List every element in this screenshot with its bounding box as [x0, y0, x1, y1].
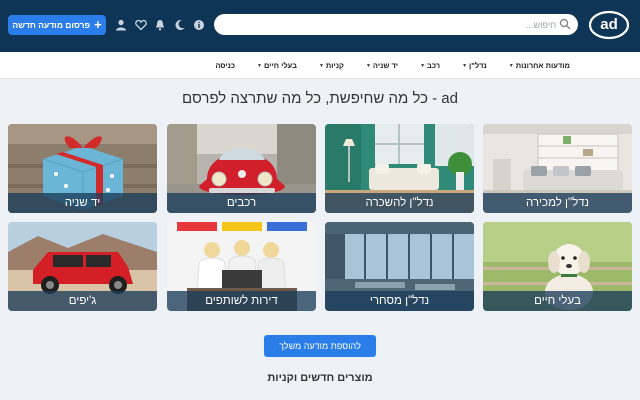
category-label: רכבים	[167, 193, 316, 213]
logo-graphic: ad	[588, 10, 630, 40]
nav-item-second-hand[interactable]: יד שניה ▼	[366, 61, 398, 70]
nav-items: מודעות אחרונות ▼ נדל"ן ▼ רכב ▼ יד שניה ▼ קני…	[215, 52, 570, 79]
top-bar: ad + פרסום מודעה חדשה	[0, 0, 640, 52]
category-label: נדל"ן מסחרי	[325, 291, 474, 311]
nav-item-recent-ads[interactable]: מודעות אחרונות ▼	[509, 61, 570, 70]
nav-item-shopping[interactable]: קניות ▼	[319, 61, 344, 70]
search-input[interactable]	[236, 14, 556, 35]
search-bar[interactable]	[214, 14, 578, 35]
category-label: דירות לשותפים	[167, 291, 316, 311]
section-heading: מוצרים חדשים וקניות	[267, 372, 373, 384]
nav-item-label: נדל"ן	[469, 61, 487, 70]
chevron-down-icon: ▼	[257, 62, 262, 69]
nav-item-label: כניסה	[215, 61, 236, 70]
category-card-jeeps[interactable]: ג'יפים	[8, 222, 157, 311]
nav-item-login[interactable]: כניסה	[215, 61, 235, 70]
nav-item-label: רכב	[427, 61, 441, 70]
info-icon[interactable]	[193, 19, 205, 31]
site-logo[interactable]: ad	[588, 8, 630, 40]
chevron-down-icon: ▼	[508, 62, 514, 69]
user-icon[interactable]	[115, 19, 127, 31]
nav-item-pets[interactable]: בעלי חיים ▼	[257, 61, 297, 70]
nav-item-label: מודעות אחרונות	[515, 61, 570, 70]
page-headline: ad - כל מה שחיפשת, כל מה שתרצה לפרסם	[182, 90, 458, 107]
search-icon[interactable]	[559, 18, 571, 30]
category-card-cars[interactable]: רכבים	[167, 124, 316, 213]
add-ad-button[interactable]: להוספת מודעה משלך	[264, 335, 376, 357]
chevron-down-icon: ▼	[365, 62, 371, 69]
chevron-down-icon: ▼	[318, 62, 324, 69]
header-icons	[115, 17, 205, 33]
category-label: נדל"ן להשכרה	[325, 193, 474, 213]
moon-icon[interactable]	[174, 19, 186, 31]
category-label: בעלי חיים	[483, 291, 632, 311]
category-card-real-estate-rent[interactable]: נדל"ן להשכרה	[325, 124, 474, 213]
chevron-down-icon: ▼	[420, 62, 426, 69]
category-card-real-estate-sale[interactable]: נדל"ן למכירה	[483, 124, 632, 213]
main-nav: מודעות אחרונות ▼ נדל"ן ▼ רכב ▼ יד שניה ▼ קני…	[0, 52, 640, 79]
category-label: יד שניה	[8, 193, 157, 213]
nav-item-label: קניות	[325, 61, 344, 70]
category-label: ג'יפים	[8, 291, 157, 311]
svg-text:ad: ad	[600, 16, 618, 33]
bell-icon[interactable]	[154, 19, 166, 31]
chevron-down-icon: ▼	[462, 62, 468, 69]
plus-icon: +	[94, 17, 102, 32]
category-card-second-hand[interactable]: יד שניה	[8, 124, 157, 213]
category-card-roommates[interactable]: דירות לשותפים	[167, 222, 316, 311]
publish-ad-button[interactable]: + פרסום מודעה חדשה	[8, 15, 106, 35]
heart-icon[interactable]	[134, 19, 147, 31]
publish-ad-label: פרסום מודעה חדשה	[12, 20, 91, 30]
nav-item-label: יד שניה	[372, 61, 399, 70]
category-card-commercial[interactable]: נדל"ן מסחרי	[325, 222, 474, 311]
category-card-pets[interactable]: בעלי חיים	[483, 222, 632, 311]
category-label: נדל"ן למכירה	[483, 193, 632, 213]
nav-item-real-estate[interactable]: נדל"ן ▼	[462, 61, 487, 70]
nav-item-label: בעלי חיים	[264, 61, 297, 70]
nav-item-vehicles[interactable]: רכב ▼	[420, 61, 440, 70]
